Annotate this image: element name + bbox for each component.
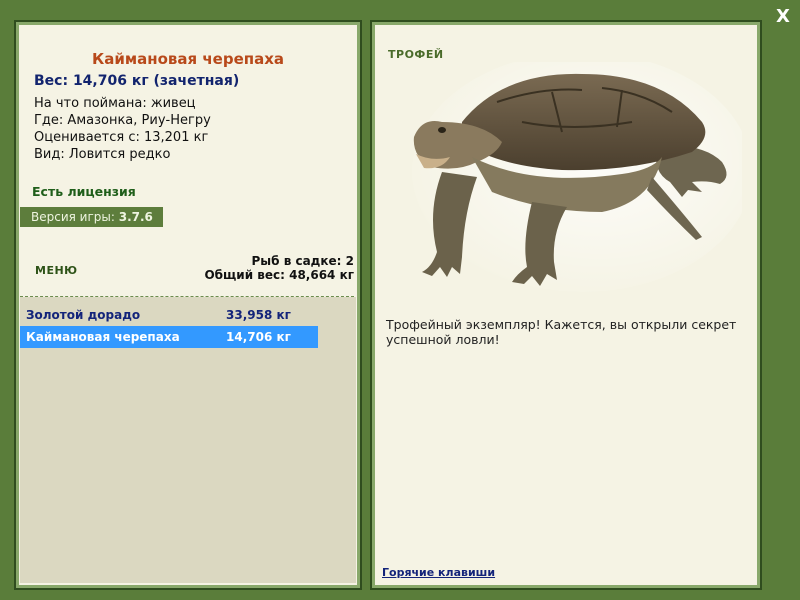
trophy-panel: ТРОФЕЙ Трофейный экземпляр! Кажется, вы … (370, 20, 762, 590)
rarity-info: Вид: Ловится редко (34, 147, 171, 162)
catch-list-item-selected[interactable]: Каймановая черепаха 14,706 кг (20, 326, 318, 348)
catch-name: Золотой дорадо (26, 308, 141, 322)
fish-info-panel: Каймановая черепаха Вес: 14,706 кг (заче… (14, 20, 362, 590)
close-icon[interactable]: X (772, 6, 794, 28)
version-label: Версия игры: (31, 210, 115, 224)
bait-info: На что поймана: живец (34, 96, 196, 111)
rated-from-info: Оценивается с: 13,201 кг (34, 130, 209, 145)
version-value: 3.7.6 (118, 210, 153, 224)
keepnet-total: Общий вес: 48,664 кг (204, 268, 354, 282)
catch-name: Каймановая черепаха (26, 330, 180, 344)
trophy-description: Трофейный экземпляр! Кажется, вы открыли… (386, 317, 737, 347)
menu-button[interactable]: МЕНЮ (35, 264, 78, 277)
fish-title: Каймановая черепаха (91, 50, 285, 68)
divider (20, 296, 354, 297)
hotkeys-link[interactable]: Горячие клавиши (382, 566, 495, 579)
trophy-label: ТРОФЕЙ (388, 48, 444, 61)
keepnet-summary: Рыб в садке: 2 Общий вес: 48,664 кг (204, 254, 354, 282)
turtle-image (412, 62, 742, 292)
fish-weight: Вес: 14,706 кг (зачетная) (34, 73, 240, 89)
catch-list-item[interactable]: Золотой дорадо 33,958 кг (20, 304, 318, 326)
license-status: Есть лицензия (32, 184, 136, 199)
keepnet-count: Рыб в садке: 2 (251, 254, 355, 268)
version-badge: Версия игры: 3.7.6 (20, 207, 163, 227)
catch-weight: 33,958 кг (226, 308, 291, 322)
location-info: Где: Амазонка, Риу-Негру (34, 113, 211, 128)
catch-weight: 14,706 кг (226, 330, 291, 344)
